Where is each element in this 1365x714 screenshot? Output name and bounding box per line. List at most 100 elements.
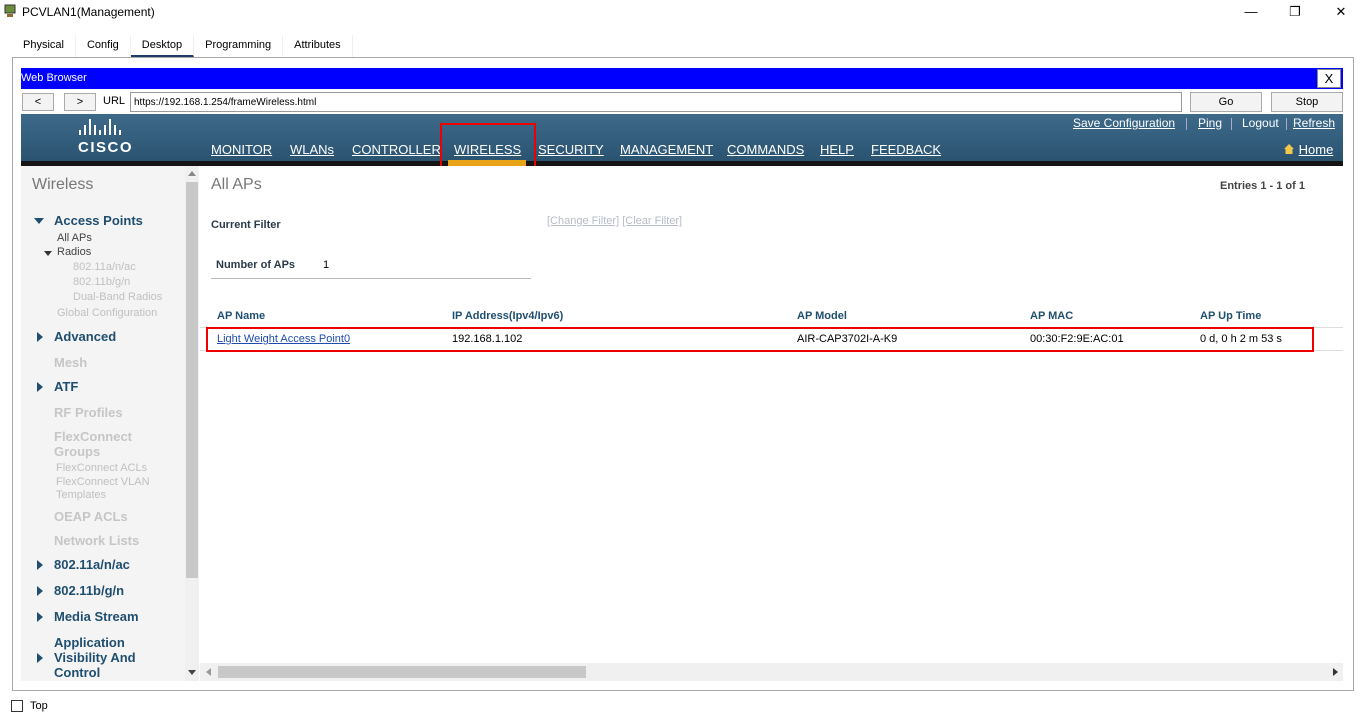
- sidebar-item-mesh[interactable]: Mesh: [54, 355, 87, 370]
- sidebar-item-dual-band[interactable]: Dual-Band Radios: [73, 291, 162, 303]
- top-checkbox-label: Top: [30, 700, 48, 712]
- sidebar-item-access-points[interactable]: Access Points: [54, 213, 143, 228]
- ping-link[interactable]: Ping: [1198, 116, 1222, 130]
- expand-arrow-icon[interactable]: [37, 382, 43, 392]
- sidebar-item-80211a[interactable]: 802.11a/n/ac: [54, 557, 130, 572]
- sidebar-item-flexconnect-vlan[interactable]: FlexConnect VLAN: [56, 476, 150, 488]
- expand-arrow-icon[interactable]: [37, 612, 43, 622]
- expand-arrow-icon[interactable]: [37, 653, 43, 663]
- top-checkbox[interactable]: [11, 700, 23, 712]
- browser-close-button[interactable]: X: [1317, 69, 1341, 88]
- sidebar-item-global-config[interactable]: Global Configuration: [57, 307, 157, 319]
- sidebar-item-flexconnect-vlan-line2[interactable]: Templates: [56, 489, 106, 501]
- column-header-ip-address: IP Address(Ipv4/Ipv6): [452, 310, 564, 322]
- app-icon: [4, 4, 16, 17]
- column-header-ap-model: AP Model: [797, 310, 847, 322]
- link-separator: [1231, 118, 1232, 130]
- tab-attributes[interactable]: Attributes: [283, 35, 353, 57]
- sidebar-item-application-visibility-line2[interactable]: Visibility And: [54, 650, 136, 665]
- number-of-aps-value: 1: [323, 259, 330, 271]
- logout-link[interactable]: Logout: [1242, 116, 1279, 130]
- collapse-arrow-icon[interactable]: [34, 218, 44, 224]
- forward-button[interactable]: >: [64, 93, 96, 111]
- sidebar-item-oeap-acls[interactable]: OEAP ACLs: [54, 509, 128, 524]
- browser-title: Web Browser: [21, 72, 87, 84]
- expand-arrow-icon[interactable]: [37, 332, 43, 342]
- cisco-logo-bars: [79, 119, 148, 135]
- menu-commands[interactable]: COMMANDS: [727, 142, 804, 157]
- window-title: PCVLAN1(Management): [22, 5, 155, 19]
- menu-management[interactable]: MANAGEMENT: [620, 142, 713, 157]
- sidebar-title: Wireless: [32, 176, 94, 193]
- save-configuration-link[interactable]: Save Configuration: [1073, 116, 1175, 130]
- sidebar-item-all-aps[interactable]: All APs: [57, 232, 92, 244]
- tab-physical[interactable]: Physical: [12, 35, 76, 57]
- menu-help[interactable]: HELP: [820, 142, 854, 157]
- sidebar-item-flexconnect-groups-line2[interactable]: Groups: [54, 444, 100, 459]
- top-tabs: Physical Config Desktop Programming Attr…: [12, 35, 353, 57]
- sidebar-item-radio-80211a[interactable]: 802.11a/n/ac: [73, 261, 136, 273]
- column-header-ap-up-time: AP Up Time: [1200, 310, 1262, 322]
- menu-feedback[interactable]: FEEDBACK: [871, 142, 941, 157]
- scroll-left-icon[interactable]: [206, 668, 211, 676]
- page-title: All APs: [211, 176, 262, 193]
- sidebar-item-atf[interactable]: ATF: [54, 379, 78, 394]
- sidebar-item-media-stream[interactable]: Media Stream: [54, 609, 139, 624]
- collapse-arrow-icon[interactable]: [44, 251, 52, 256]
- sidebar-item-flexconnect-groups[interactable]: FlexConnect: [54, 429, 132, 444]
- horizontal-scrollbar[interactable]: [200, 663, 1343, 681]
- refresh-link[interactable]: Refresh: [1293, 116, 1335, 130]
- column-header-ap-mac: AP MAC: [1030, 310, 1074, 322]
- home-icon: [1284, 144, 1294, 154]
- sidebar-item-application-visibility[interactable]: Application: [54, 635, 125, 650]
- home-link[interactable]: Home: [1283, 142, 1333, 157]
- scroll-up-icon[interactable]: [188, 171, 196, 176]
- horizontal-scroll-thumb[interactable]: [218, 666, 586, 678]
- restore-button[interactable]: ❐: [1280, 2, 1310, 22]
- sidebar-item-network-lists[interactable]: Network Lists: [54, 533, 139, 548]
- menu-controller[interactable]: CONTROLLER: [352, 142, 441, 157]
- sidebar-scroll-thumb[interactable]: [186, 182, 198, 578]
- cisco-logo-text: CISCO: [78, 139, 134, 156]
- url-input[interactable]: [130, 92, 1182, 112]
- expand-arrow-icon[interactable]: [37, 560, 43, 570]
- sidebar-scrollbar[interactable]: [185, 166, 199, 681]
- sidebar: Wireless Access Points All APs Radios 80…: [21, 166, 185, 681]
- sidebar-item-advanced[interactable]: Advanced: [54, 329, 116, 344]
- sidebar-item-flexconnect-acls[interactable]: FlexConnect ACLs: [56, 462, 147, 474]
- minimize-button[interactable]: —: [1236, 2, 1266, 22]
- link-separator: [1286, 118, 1287, 130]
- number-of-aps-label: Number of APs: [216, 259, 296, 271]
- expand-arrow-icon[interactable]: [37, 586, 43, 596]
- tab-desktop[interactable]: Desktop: [130, 35, 195, 57]
- menu-monitor[interactable]: MONITOR: [211, 142, 272, 157]
- sidebar-item-rf-profiles[interactable]: RF Profiles: [54, 405, 123, 420]
- scroll-right-icon[interactable]: [1333, 668, 1338, 676]
- stop-button[interactable]: Stop: [1271, 92, 1343, 112]
- tab-config[interactable]: Config: [75, 35, 131, 57]
- sidebar-item-80211b[interactable]: 802.11b/g/n: [54, 583, 124, 598]
- clear-filter-link[interactable]: [Clear Filter]: [622, 215, 682, 227]
- column-header-ap-name: AP Name: [217, 310, 266, 322]
- table-row-highlight-box: [206, 327, 1314, 352]
- change-filter-link[interactable]: [Change Filter]: [547, 215, 619, 227]
- sidebar-item-radios[interactable]: Radios: [57, 246, 91, 258]
- browser-titlebar: Web Browser X: [21, 68, 1343, 89]
- tab-programming[interactable]: Programming: [194, 35, 284, 57]
- entries-count: Entries 1 - 1 of 1: [1220, 180, 1305, 192]
- cisco-logo: CISCO: [78, 119, 148, 159]
- menu-wlans[interactable]: WLANs: [290, 142, 334, 157]
- sidebar-item-radio-80211b[interactable]: 802.11b/g/n: [73, 276, 130, 288]
- filter-links: [Change Filter] [Clear Filter]: [547, 215, 682, 227]
- window-close-button[interactable]: ✕: [1326, 2, 1356, 22]
- url-label: URL: [103, 95, 126, 107]
- back-button[interactable]: <: [22, 93, 54, 111]
- link-separator: [1186, 118, 1187, 130]
- go-button[interactable]: Go: [1190, 92, 1262, 112]
- main-content: [200, 166, 1343, 663]
- menu-security[interactable]: SECURITY: [538, 142, 604, 157]
- sidebar-item-application-visibility-line3[interactable]: Control: [54, 665, 100, 680]
- divider: [211, 278, 531, 279]
- scroll-down-icon[interactable]: [188, 670, 196, 675]
- current-filter-label: Current Filter: [211, 219, 281, 231]
